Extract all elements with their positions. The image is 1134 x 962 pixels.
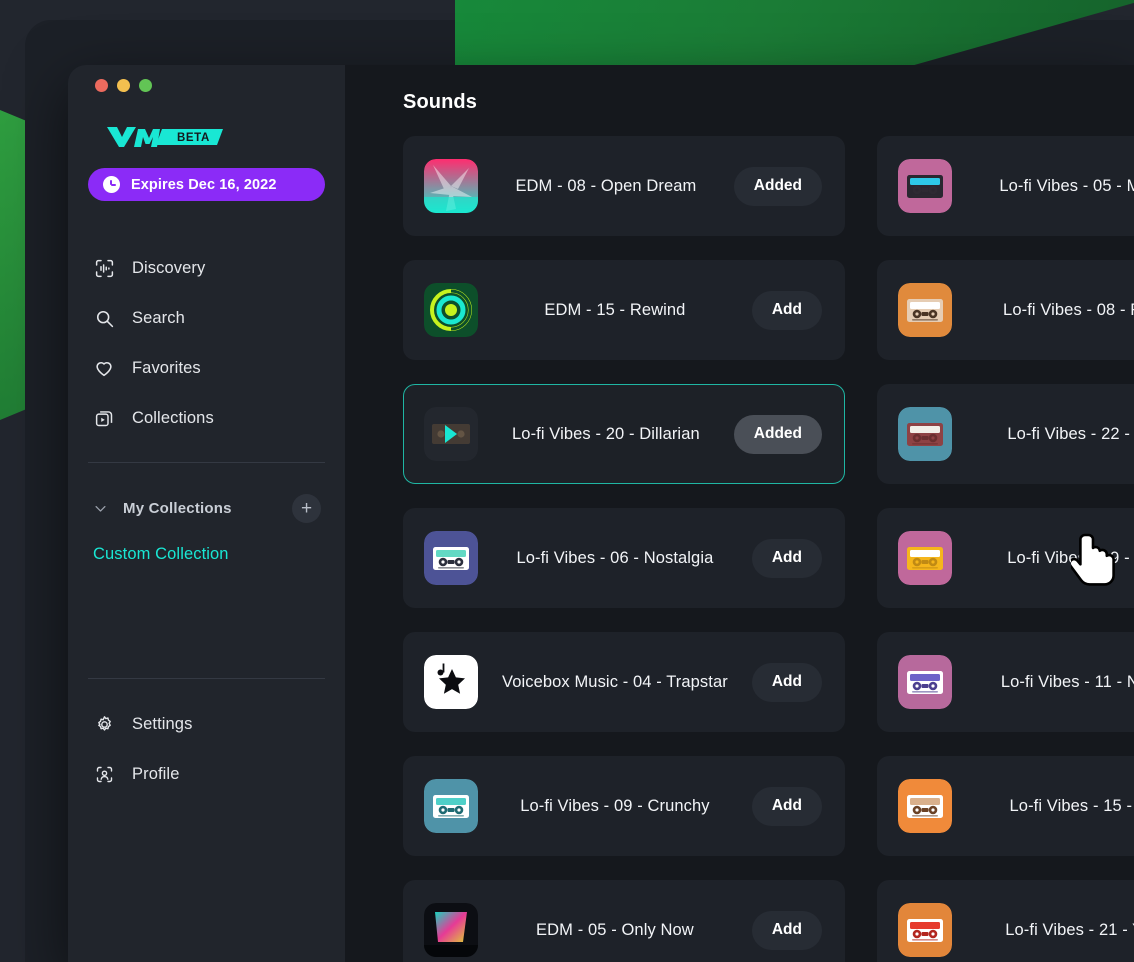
app-window: BETA Expires Dec 16, 2022 Discovery Sear… — [68, 65, 1134, 962]
sound-row[interactable]: Lo-fi Vibes - 21 - YawnAdd — [877, 880, 1134, 962]
sound-title: Lo-fi Vibes - 20 - Dillarian — [512, 424, 700, 443]
sidebar-item-profile[interactable]: Profile — [88, 749, 325, 799]
sound-title: EDM - 05 - Only Now — [536, 920, 694, 939]
sidebar-nav-primary: Discovery Search Favorites Collections — [88, 243, 325, 443]
sound-row[interactable]: Lo-fi Vibes - 11 - NatureAdd — [877, 632, 1134, 732]
sound-artwork[interactable] — [424, 159, 478, 213]
sound-row[interactable]: Voicebox Music - 04 - Trapstar Add — [403, 632, 845, 732]
sound-row[interactable]: Lo-fi Vibes - 22 - TapeAdd — [877, 384, 1134, 484]
added-button[interactable]: Added — [733, 166, 822, 206]
add-collection-button[interactable]: + — [292, 493, 321, 523]
add-button[interactable]: Add — [751, 786, 822, 826]
expiry-badge[interactable]: Expires Dec 16, 2022 — [88, 168, 325, 201]
page-title: Sounds — [403, 91, 477, 113]
my-collections-label: My Collections — [123, 499, 232, 517]
expiry-badge-label: Expires Dec 16, 2022 — [131, 176, 277, 193]
sidebar-nav-secondary: Settings Profile — [88, 699, 325, 799]
sound-title: Lo-fi Vibes - 11 - Nature — [1000, 672, 1134, 691]
collection-list: Custom Collection — [88, 545, 325, 573]
added-button[interactable]: Added — [733, 414, 822, 454]
sound-row[interactable]: Lo-fi Vibes - 09 - Crunchy Add — [403, 756, 845, 856]
window-traffic-lights — [88, 65, 325, 92]
sidebar-item-collections[interactable]: Collections — [88, 393, 325, 443]
sidebar-item-label: Favorites — [132, 358, 201, 377]
sound-artwork[interactable] — [898, 407, 952, 461]
discovery-icon — [93, 257, 115, 279]
chevron-down-icon[interactable] — [93, 501, 109, 516]
sidebar-item-settings[interactable]: Settings — [88, 699, 325, 749]
sound-artwork[interactable] — [424, 779, 478, 833]
sound-row[interactable]: Lo-fi Vibes - 06 - Nostalgia Add — [403, 508, 845, 608]
add-button[interactable]: Add — [751, 662, 822, 702]
sound-row[interactable]: Lo-fi Vibes - 20 - Dillarian Added — [403, 384, 845, 484]
sound-title: Lo-fi Vibes - 21 - Yawn — [1005, 920, 1134, 939]
sidebar-divider — [88, 462, 325, 463]
sound-artwork[interactable] — [898, 531, 952, 585]
sound-title: EDM - 08 - Open Dream — [515, 176, 697, 195]
sidebar-item-label: Settings — [132, 714, 193, 733]
clock-icon — [103, 176, 120, 193]
minimize-button[interactable] — [117, 79, 130, 92]
sound-title: Lo-fi Vibes - 09 - Crunchy — [520, 796, 710, 815]
sound-title: Lo-fi Vibes - 15 - Kick — [1009, 796, 1134, 815]
sound-title: Lo-fi Vibes - 05 - Mellow — [999, 176, 1134, 195]
sidebar-item-favorites[interactable]: Favorites — [88, 343, 325, 393]
sound-title: Lo-fi Vibes - 22 - Tape — [1007, 424, 1134, 443]
sound-list: EDM - 08 - Open Dream Added Lo-fi Vibes -… — [345, 136, 1134, 962]
sound-row[interactable]: EDM - 15 - Rewind Add — [403, 260, 845, 360]
sound-artwork[interactable] — [898, 655, 952, 709]
close-button[interactable] — [95, 79, 108, 92]
sidebar-item-label: Search — [132, 308, 185, 327]
brand-logo: BETA — [105, 123, 325, 149]
sound-title: EDM - 15 - Rewind — [544, 300, 686, 319]
sound-artwork[interactable] — [424, 531, 478, 585]
sound-row[interactable]: Lo-fi Vibes - 15 - KickAdd — [877, 756, 1134, 856]
gear-icon — [93, 713, 115, 735]
sidebar-item-label: Discovery — [132, 258, 206, 277]
sound-artwork[interactable] — [424, 283, 478, 337]
sidebar-item-discovery[interactable]: Discovery — [88, 243, 325, 293]
sidebar-item-search[interactable]: Search — [88, 293, 325, 343]
sound-title: Voicebox Music - 04 - Trapstar — [502, 672, 728, 691]
add-button[interactable]: Add — [751, 538, 822, 578]
main-content: Sounds EDM - 08 - Open Dream Added Lo-fi … — [345, 65, 1134, 962]
zoom-button[interactable] — [139, 79, 152, 92]
collection-item-custom-collection[interactable]: Custom Collection — [93, 545, 325, 573]
sound-artwork[interactable] — [898, 283, 952, 337]
add-button[interactable]: Add — [751, 910, 822, 950]
search-icon — [93, 307, 115, 329]
sidebar-item-label: Profile — [132, 764, 180, 783]
sound-title: Lo-fi Vibes - 06 - Nostalgia — [516, 548, 714, 567]
sound-row[interactable]: EDM - 08 - Open Dream Added — [403, 136, 845, 236]
sound-artwork[interactable] — [424, 407, 478, 461]
sound-artwork[interactable] — [898, 779, 952, 833]
beta-badge-label: BETA — [177, 132, 210, 144]
sound-row[interactable]: Lo-fi Vibes - 19 - ClickAdd — [877, 508, 1134, 608]
sound-artwork[interactable] — [424, 903, 478, 957]
sidebar-item-label: Collections — [132, 408, 214, 427]
sound-row[interactable]: Lo-fi Vibes - 05 - MellowAdd — [877, 136, 1134, 236]
my-collections-header[interactable]: My Collections + — [88, 492, 325, 524]
sound-title: Lo-fi Vibes - 19 - Click — [1007, 548, 1134, 567]
profile-icon — [93, 763, 115, 785]
sound-row[interactable]: EDM - 05 - Only Now Add — [403, 880, 845, 962]
sound-title: Lo-fi Vibes - 08 - Fuzzy — [1003, 300, 1134, 319]
sound-row[interactable]: Lo-fi Vibes - 08 - FuzzyAdd — [877, 260, 1134, 360]
heart-icon — [93, 357, 115, 379]
sound-artwork[interactable] — [424, 655, 478, 709]
sound-artwork[interactable] — [898, 903, 952, 957]
collections-icon — [93, 407, 115, 429]
sidebar: BETA Expires Dec 16, 2022 Discovery Sear… — [68, 65, 345, 962]
sidebar-divider-bottom — [88, 678, 325, 679]
add-button[interactable]: Add — [751, 290, 822, 330]
sound-artwork[interactable] — [898, 159, 952, 213]
